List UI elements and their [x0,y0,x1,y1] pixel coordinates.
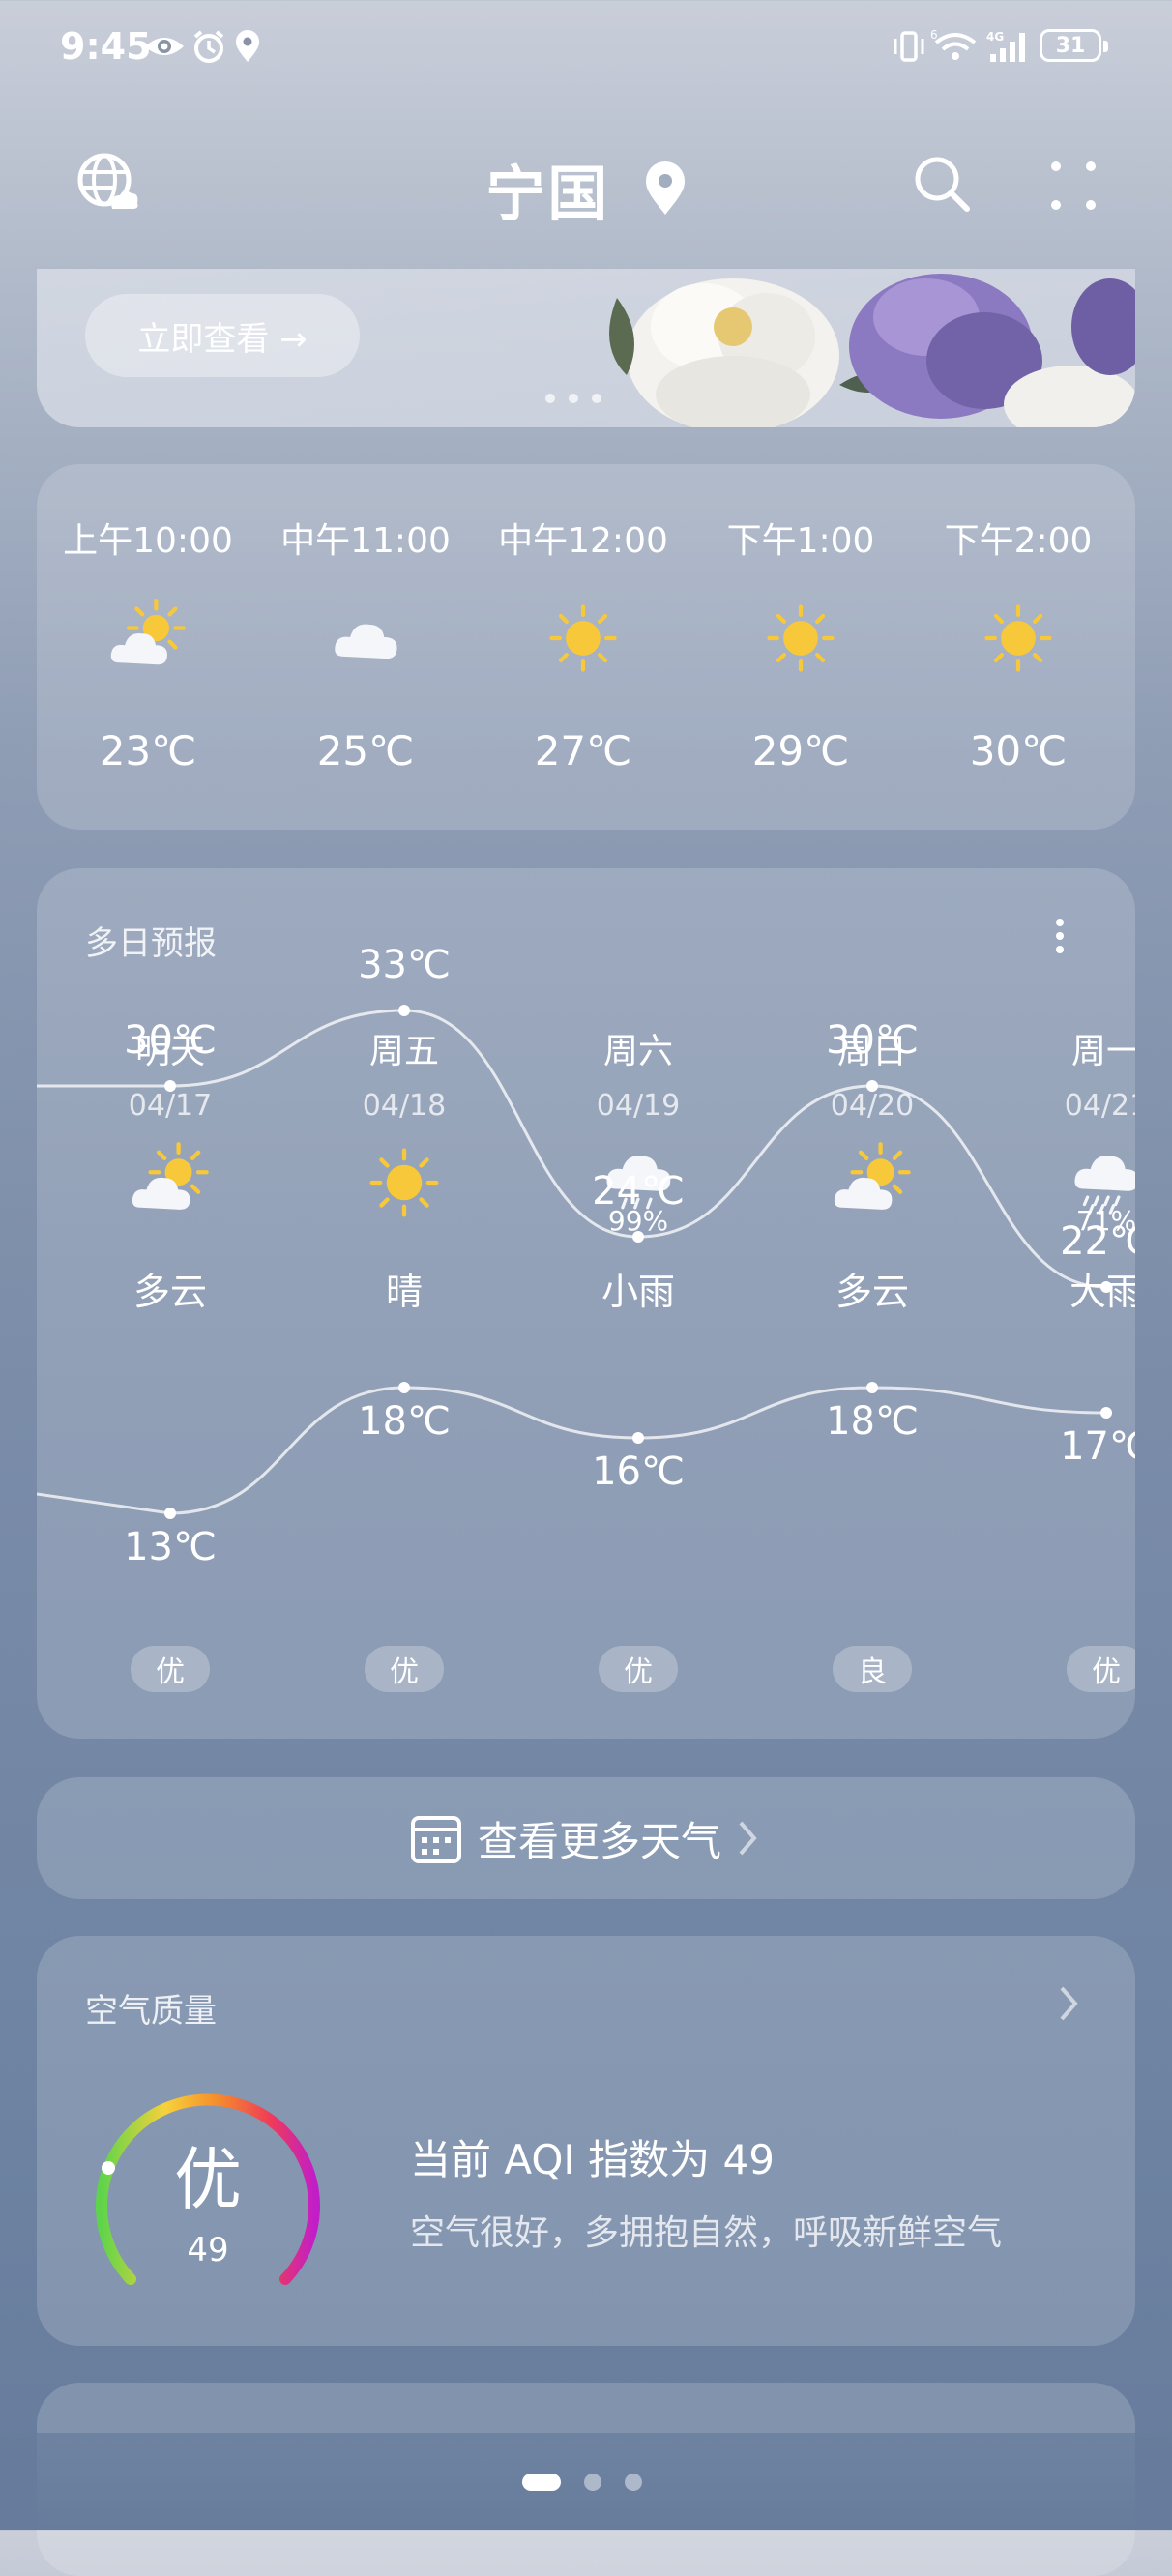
day-aqi-badge: 良 [833,1646,912,1692]
day-name: 周六 [602,1032,673,1071]
chevron-right-icon [739,1821,757,1856]
day-aqi-badge: 优 [599,1646,678,1692]
day-name: 周一 [1070,1032,1135,1071]
pager-dot-2 [584,2473,601,2491]
high-temp-label: 30℃ [826,1018,919,1063]
aqi-gauge: 优 49 [96,2093,320,2285]
more-icon[interactable] [1050,161,1097,211]
status-bar: 9:45 6 4G 31 [0,0,1172,97]
hour-time: 下午1:00 [726,521,875,561]
days-viewport[interactable]: 明天 04/17 多云优周五 04/18 晴优周六 04/19 99% 小雨优周日 04/20 多… [37,868,1135,1739]
day-aqi-badge: 优 [1067,1646,1135,1692]
hour-time: 中午12:00 [498,521,668,561]
low-temp-label: 18℃ [358,1399,451,1444]
day-date: 04/19 [596,1089,681,1123]
svg-text:4G: 4G [986,30,1004,44]
low-temp-line-point [1100,1407,1112,1419]
search-icon[interactable] [913,155,971,213]
eye-icon [145,38,184,55]
calendar-icon [410,1816,461,1863]
low-temp-line-point [866,1382,878,1393]
day-aqi-badge: 优 [131,1646,210,1692]
sunny-icon [689,598,912,683]
day-weather-desc: 多云 [835,1271,909,1313]
alarm-icon [193,30,224,63]
hour-temperature: 29℃ [751,727,850,775]
high-temp-label: 24℃ [592,1169,685,1214]
cloudy-icon [254,598,477,683]
hour-temperature: 23℃ [99,727,197,775]
vibrate-icon [894,31,924,62]
location-pin-icon [645,161,685,215]
low-temp-line-point [632,1432,644,1444]
day-date: 04/20 [830,1089,915,1123]
pager-dot-3 [625,2473,642,2491]
hour-time: 上午10:00 [63,521,233,561]
partly-cloudy-icon [766,1141,979,1228]
day-date: 04/18 [362,1089,447,1123]
location-status-icon [236,30,259,62]
sunny-icon [472,598,694,683]
wifi-icon: 6 [930,29,977,60]
low-temp-label: 18℃ [826,1399,919,1444]
banner-page-dots [545,389,615,407]
pager-dot-1 [522,2473,561,2491]
svg-text:6: 6 [930,29,938,42]
aqi-value: 49 [187,2231,228,2269]
hour-temperature: 25℃ [316,727,415,775]
signal-4g-icon: 4G [986,30,1025,62]
city-title[interactable]: 宁国 [0,145,1172,232]
partly-cloudy-icon [37,598,259,683]
day-weather-desc: 多云 [132,1271,207,1313]
day-aqi-badge: 优 [365,1646,444,1692]
view-now-button[interactable]: 立即查看 → [85,294,360,377]
status-time: 9:45 [60,25,152,68]
hour-time: 下午2:00 [944,521,1093,561]
more-weather-button[interactable]: 查看更多天气 [37,1777,1135,1899]
peony-flower-illustration [609,274,1135,427]
low-temp-label: 13℃ [124,1525,217,1569]
day-weather-desc: 小雨 [601,1271,675,1313]
high-temp-label: 22℃ [1060,1219,1135,1264]
aqi-headline: 当前 AQI 指数为 49 [410,2136,775,2183]
hour-temperature: 27℃ [534,727,632,775]
hour-time: 中午11:00 [280,521,451,561]
day-weather-desc: 晴 [385,1271,423,1313]
city-name: 宁国 [485,159,610,229]
high-temp-label: 30℃ [124,1018,217,1063]
high-temp-line-point [398,1005,410,1016]
day-date: 04/17 [128,1089,213,1123]
city-pager[interactable] [522,2472,665,2491]
low-temp-line-point [398,1382,410,1393]
low-temp-line-point [164,1508,176,1519]
sunny-icon [907,598,1129,683]
air-quality-title: 空气质量 [85,1992,217,2031]
day-date: 04/21 [1064,1089,1135,1123]
battery-indicator: 31 [1040,29,1108,62]
hour-temperature: 30℃ [969,727,1068,775]
high-temp-label: 33℃ [358,943,451,987]
day-weather-desc: 大雨 [1069,1271,1135,1313]
low-temp-label: 16℃ [592,1449,685,1494]
aqi-advice: 空气很好，多拥抱自然，呼吸新鲜空气 [410,2213,1003,2253]
partly-cloudy-icon [64,1141,277,1228]
sunny-icon [298,1141,511,1228]
day-name: 周五 [368,1032,439,1071]
aqi-gauge-marker [102,2161,115,2175]
low-temp-label: 17℃ [1060,1424,1135,1469]
air-quality-chevron-icon[interactable] [1056,1982,1081,2025]
more-weather-label: 查看更多天气 [477,1817,721,1865]
aqi-level: 优 [174,2140,242,2219]
